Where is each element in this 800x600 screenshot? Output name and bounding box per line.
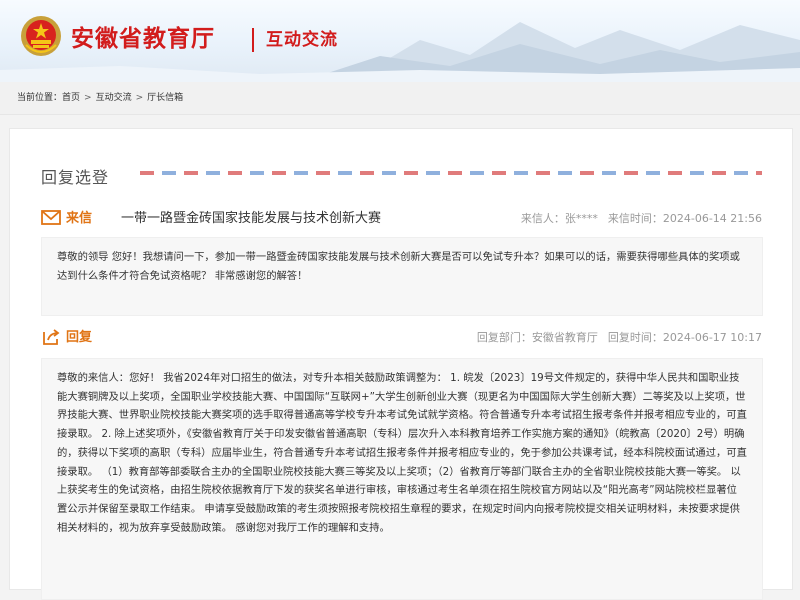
site-title[interactable]: 安徽省教育厅 <box>71 24 215 54</box>
reply-time-label: 回复时间： <box>607 331 663 344</box>
breadcrumb-separator: > <box>135 93 144 103</box>
breadcrumb-interaction[interactable]: 互动交流 <box>96 93 132 103</box>
sender-name: 张**** <box>564 212 598 225</box>
breadcrumb-prefix: 当前位置： <box>17 93 63 103</box>
letter-meta: 来信人：张**** 来信时间：2024-06-14 21:56 <box>521 211 762 227</box>
reply-tag: 回复 <box>66 330 93 345</box>
reply-dept: 安徽省教育厅 <box>531 331 598 344</box>
breadcrumb-home[interactable]: 首页 <box>62 93 80 103</box>
mail-envelope-icon <box>41 210 61 225</box>
reply-arrow-icon <box>43 329 60 345</box>
section-title[interactable]: 互动交流 <box>266 27 338 53</box>
title-divider <box>252 28 254 52</box>
letter-tag: 来信 <box>66 211 93 226</box>
reply-header: 回复 回复部门：安徽省教育厅 回复时间：2024-06-17 10:17 <box>41 327 762 349</box>
reply-section-title: 回复选登 <box>41 168 110 187</box>
airmail-divider <box>140 171 762 175</box>
letter-subject: 一带一路暨金砖国家技能发展与技术创新大赛 <box>121 211 382 226</box>
breadcrumb-mailbox[interactable]: 厅长信箱 <box>147 93 183 103</box>
letter-time-label: 来信时间： <box>607 212 663 225</box>
reply-time: 2024-06-17 10:17 <box>662 331 762 344</box>
reply-meta: 回复部门：安徽省教育厅 回复时间：2024-06-17 10:17 <box>477 330 762 346</box>
breadcrumb: 当前位置：首页 > 互动交流 > 厅长信箱 <box>0 82 800 115</box>
letter-header: 来信 一带一路暨金砖国家技能发展与技术创新大赛 来信人：张**** 来信时间：20… <box>41 208 762 230</box>
content-card: 回复选登 来信 一带一路暨金砖国家技能发展与技术创新大赛 来信人：张**** 来信… <box>9 128 793 600</box>
sender-label: 来信人： <box>520 212 565 225</box>
letter-body: 尊敬的领导 您好！我想请问一下，参加一带一路暨金砖国家技能发展与技术创新大赛是否… <box>41 237 763 316</box>
breadcrumb-separator: > <box>84 93 92 103</box>
reply-body: 尊敬的来信人：您好！ 我省2024年对口招生的做法，对专升本相关鼓励政策调整为：… <box>41 358 763 600</box>
letter-time: 2024-06-14 21:56 <box>662 212 762 225</box>
site-header: 安徽省教育厅 互动交流 <box>0 0 800 82</box>
national-emblem-icon <box>21 16 61 56</box>
reply-dept-label: 回复部门： <box>476 331 532 344</box>
